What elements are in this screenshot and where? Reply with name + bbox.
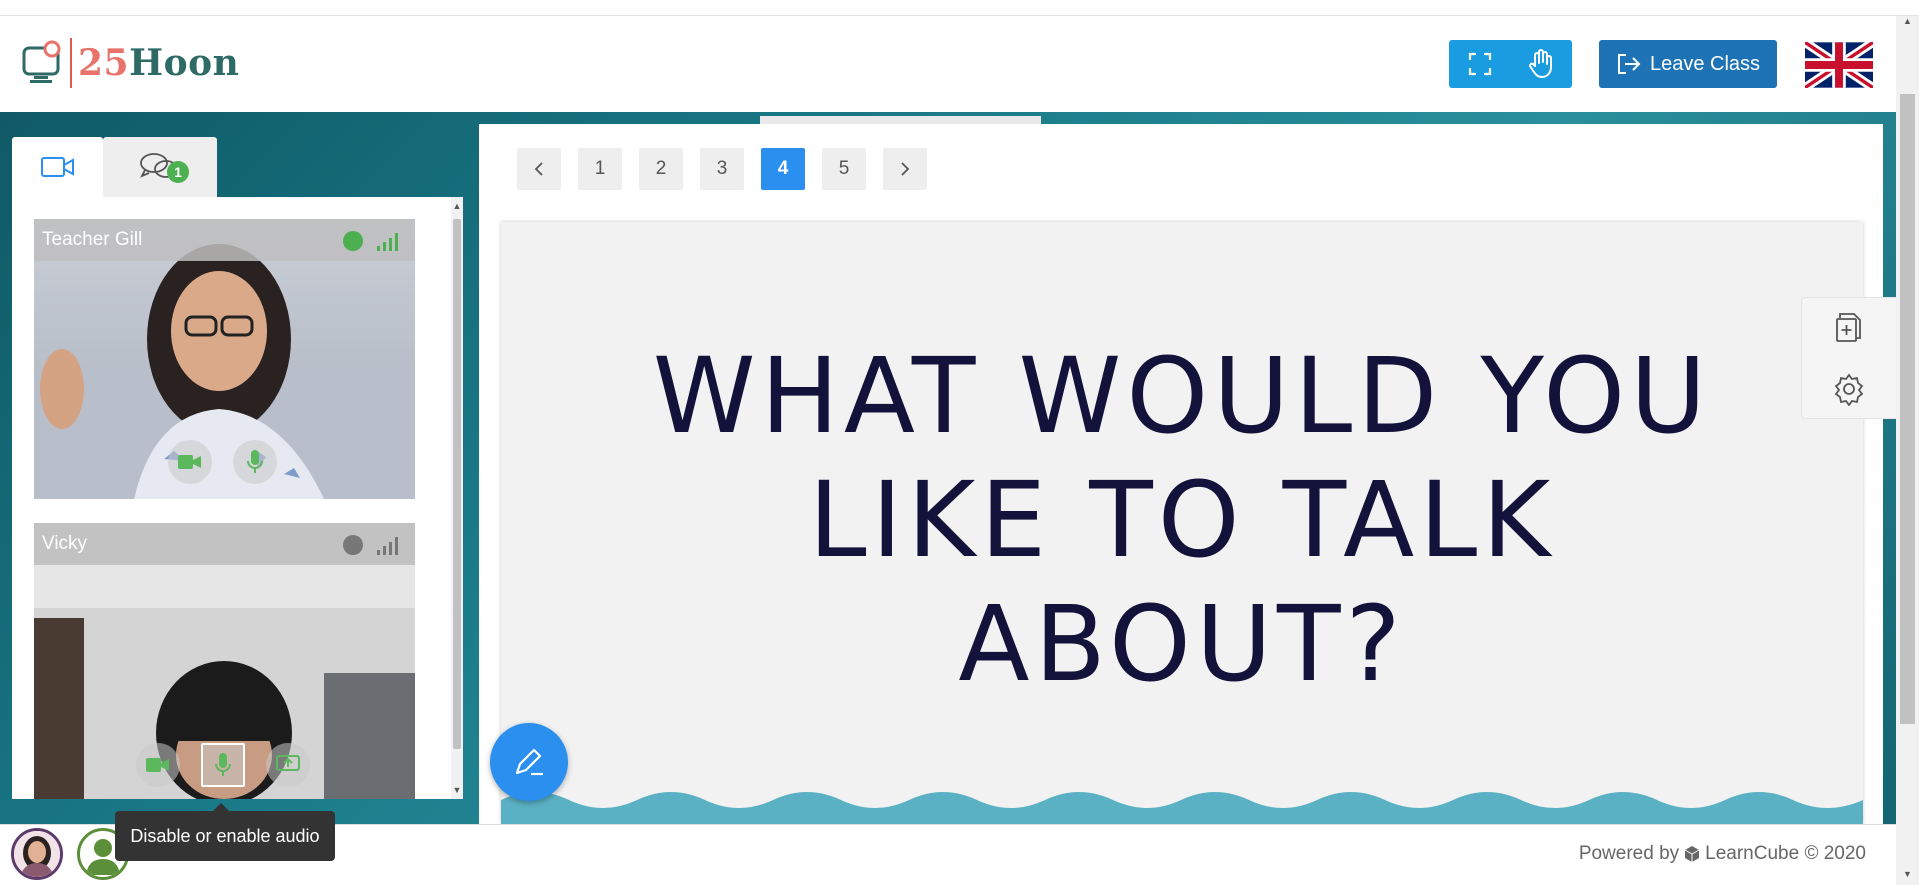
video-camera-icon [178,455,201,469]
chevron-right-icon [901,162,910,176]
page-scroll-down-arrow[interactable]: ▼ [1896,869,1919,883]
cube-icon [1684,846,1700,862]
slide-title: WHAT WOULD YOU LIKE TO TALK ABOUT? [652,335,1712,705]
add-page-icon [1836,313,1861,342]
online-status-dot [343,231,363,251]
page-scroll-up-arrow[interactable]: ▲ [1896,16,1919,30]
add-page-button[interactable] [1832,310,1866,344]
logo-text: 25Hoon [78,42,240,84]
toggle-camera-button[interactable] [168,440,212,484]
audio-tooltip: Disable or enable audio [115,811,335,861]
annotate-pen-button[interactable] [490,723,568,801]
page-button-1[interactable]: 1 [578,148,622,190]
side-toolbar [1801,297,1896,419]
header-tool-group [1449,40,1572,88]
leave-class-label: Leave Class [1649,52,1761,75]
tab-chat[interactable]: 1 [103,137,217,197]
screen-share-button[interactable] [266,743,310,787]
offline-status-dot [343,535,363,555]
leave-class-button[interactable]: Leave Class [1599,40,1777,88]
signal-strength-icon [377,537,398,555]
participant-name: Vicky [42,533,88,554]
toggle-audio-button[interactable] [233,440,277,484]
video-camera-icon [40,157,74,177]
video-camera-icon [146,758,169,772]
page-button-3[interactable]: 3 [700,148,744,190]
microphone-icon [215,753,231,776]
page-button-4[interactable]: 4 [761,148,805,190]
video-tile-teacher: Teacher Gill [34,219,415,499]
screen-share-icon [276,755,300,771]
slide-wave-decoration [501,792,1863,824]
video-tile-student: Vicky [34,523,415,799]
page-button-2[interactable]: 2 [639,148,683,190]
powered-by-label: Powered by [1578,843,1680,864]
raise-hand-button[interactable] [1510,40,1571,88]
browser-top-strip [0,0,1919,16]
chat-count-badge: 1 [167,161,189,183]
participants-scrollbar[interactable]: ▲ ▼ [451,197,463,799]
uk-flag-icon[interactable] [1802,38,1876,92]
teacher-video-feed [34,219,415,499]
scroll-thumb[interactable] [453,219,461,749]
slide-pagination: 1 2 3 4 5 [517,148,927,190]
settings-button[interactable] [1832,372,1866,407]
chevron-left-icon [534,162,543,176]
classroom-page: 25Hoon Leave Class 1 ▲ ▼ Teacher Gill Vi… [0,0,1919,885]
tab-video[interactable] [12,137,103,197]
signal-strength-icon [377,233,398,251]
current-slide: WHAT WOULD YOU LIKE TO TALK ABOUT? [501,222,1863,824]
page-scroll-thumb[interactable] [1900,94,1915,724]
hand-icon [1528,49,1552,79]
page-button-5[interactable]: 5 [822,148,866,190]
logo: 25Hoon [22,38,239,88]
pen-icon [515,748,543,776]
toggle-camera-button[interactable] [136,743,180,787]
participant-name: Teacher Gill [42,229,143,250]
logo-monitor-icon [22,40,66,86]
toggle-audio-button[interactable] [201,743,245,787]
fullscreen-icon [1468,52,1491,76]
next-page-button[interactable] [883,148,927,190]
microphone-icon [247,450,263,473]
footer-credit: Powered by LearnCube © 2020 [1579,843,1866,865]
learncube-brand: LearnCube © 2020 [1705,843,1866,864]
teacher-avatar[interactable] [11,828,63,880]
sidebar-tabs: 1 [12,137,217,197]
scroll-down-arrow[interactable]: ▼ [451,783,463,797]
logo-divider [70,38,72,88]
page-scrollbar[interactable]: ▲ ▼ [1896,16,1919,885]
scroll-up-arrow[interactable]: ▲ [451,199,463,213]
gear-icon [1834,373,1864,407]
fullscreen-button[interactable] [1449,40,1510,88]
header-bar: 25Hoon Leave Class [0,16,1896,112]
prev-page-button[interactable] [517,148,561,190]
exit-icon [1617,54,1641,74]
slide-progress-strip [760,116,1041,124]
